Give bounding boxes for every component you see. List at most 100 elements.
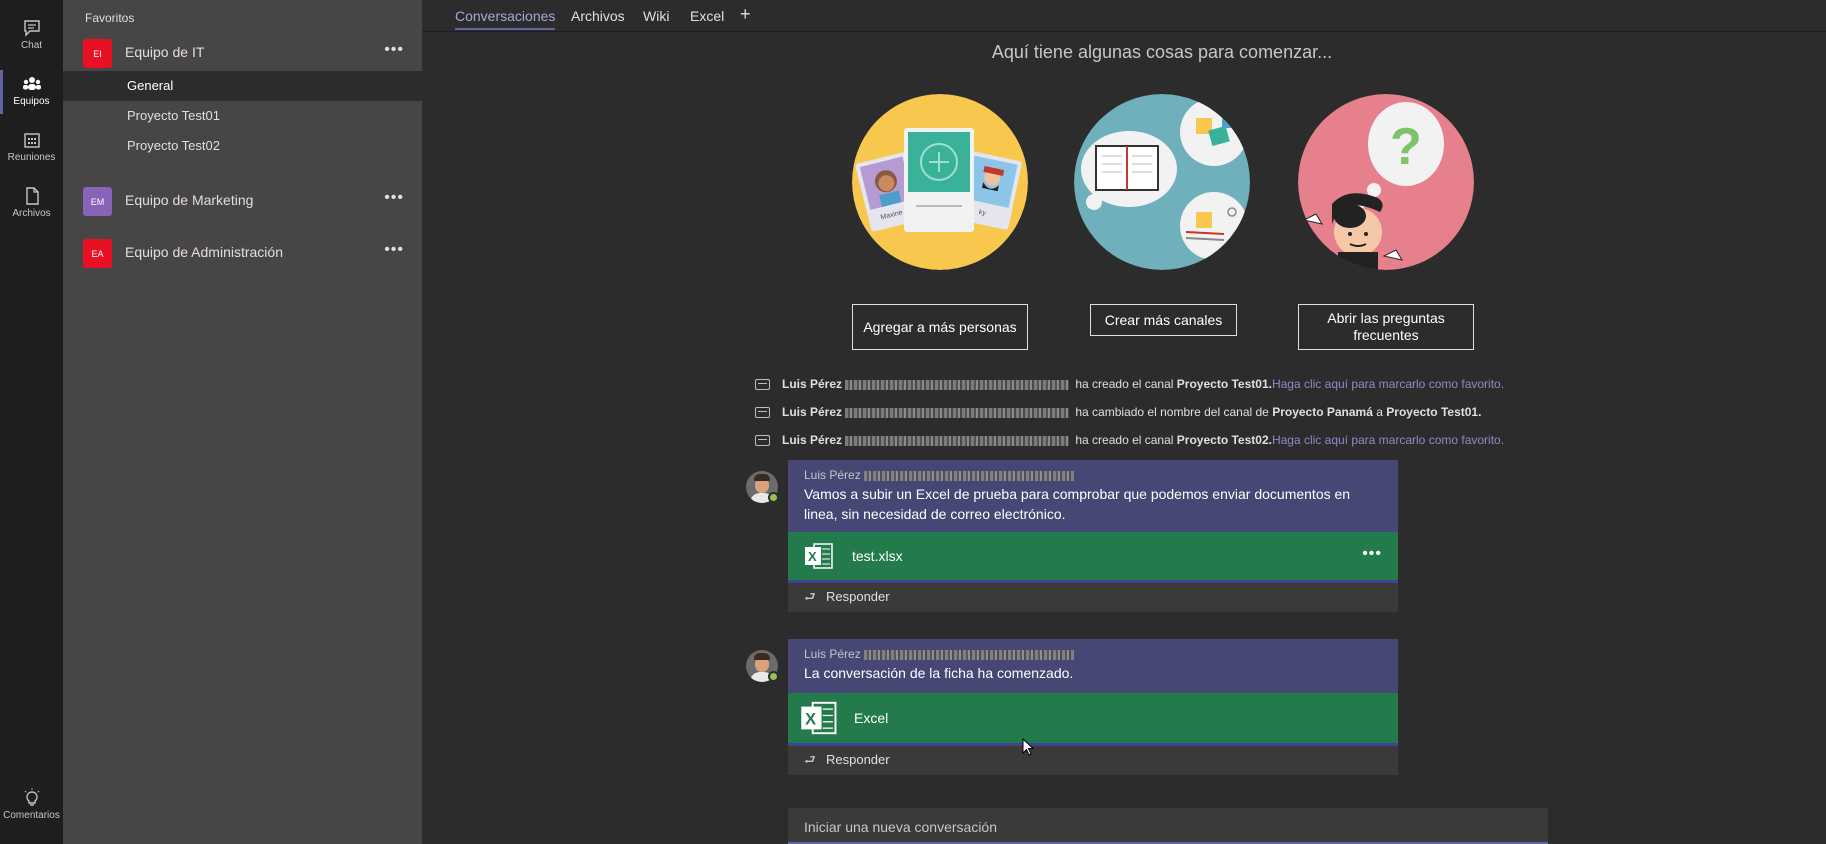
file-attachment[interactable]: X test.xlsx ••• (788, 532, 1398, 580)
channel-main: Conversaciones Archivos Wiki Excel + Aqu… (422, 0, 1826, 844)
tab-archivos[interactable]: Archivos (571, 8, 625, 24)
svg-text:X: X (805, 710, 816, 728)
team-avatar: EI (83, 39, 112, 68)
reply-label: Responder (826, 589, 890, 604)
channel-event-icon (755, 379, 770, 391)
svg-text:?: ? (1390, 118, 1422, 176)
channel-event-icon (755, 407, 770, 419)
team-name: Equipo de Marketing (125, 192, 254, 208)
calendar-icon (23, 133, 40, 148)
activity-item: Luis Pérez ha creado el canal Proyecto T… (755, 433, 1504, 447)
rail-item-feedback[interactable]: Comentarios (0, 780, 63, 832)
channel-tabs: Conversaciones Archivos Wiki Excel + (422, 0, 1826, 32)
reply-icon: ⮐ (804, 752, 816, 767)
add-tab-icon[interactable]: + (740, 4, 751, 25)
message-text: La conversación de la ficha ha comenzado… (804, 665, 1074, 681)
message-card: Luis Pérez La conversación de la ficha h… (788, 639, 1398, 775)
message-author-row: Luis Pérez (804, 468, 1382, 482)
more-options-icon[interactable]: ••• (384, 241, 404, 259)
team-item-administracion[interactable]: EA Equipo de Administración ••• (63, 232, 422, 272)
activity-author: Luis Pérez (782, 377, 843, 391)
rail-label-chat: Chat (20, 40, 43, 51)
team-item-marketing[interactable]: EM Equipo de Marketing ••• (63, 180, 422, 220)
redacted-text (845, 379, 1070, 390)
excel-icon: X (805, 543, 833, 569)
tab-conversaciones[interactable]: Conversaciones (455, 8, 556, 30)
files-icon (25, 187, 39, 205)
rail-label-teams: Equipos (13, 96, 50, 107)
message-author-row: Luis Pérez (804, 647, 1382, 661)
faq-illustration: ? (1298, 94, 1474, 270)
redacted-text (845, 435, 1070, 446)
activity-author: Luis Pérez (782, 433, 843, 447)
reply-icon: ⮐ (804, 589, 816, 604)
reply-button[interactable]: ⮐ Responder (788, 580, 1398, 612)
rail-item-teams[interactable]: Equipos (0, 66, 63, 118)
tab-wiki[interactable]: Wiki (643, 8, 669, 24)
add-people-button[interactable]: Agregar a más personas (852, 304, 1028, 350)
redacted-text (845, 407, 1070, 418)
team-name: Equipo de Administración (125, 244, 283, 260)
create-channels-button[interactable]: Crear más canales (1090, 304, 1237, 336)
headline-text: Aquí tiene algunas cosas para comenzar..… (991, 42, 1333, 62)
open-faq-button[interactable]: Abrir las preguntas frecuentes (1298, 304, 1474, 350)
activity-target: Proyecto Test02. (1176, 433, 1272, 447)
activity-text: ha cambiado el nombre del canal de (1075, 405, 1269, 419)
message-header: Luis Pérez La conversación de la ficha h… (788, 639, 1398, 693)
file-tab-attachment[interactable]: X Excel (788, 693, 1398, 743)
more-options-icon[interactable]: ••• (384, 189, 404, 207)
svg-text:X: X (808, 549, 817, 564)
rail-label-feedback: Comentarios (3, 810, 60, 821)
channel-proyecto-test01[interactable]: Proyecto Test01 (63, 101, 422, 131)
message-text: Vamos a subir un Excel de prueba para co… (804, 486, 1351, 522)
presence-available-icon (768, 492, 779, 503)
activity-target: Proyecto Test01. (1176, 377, 1272, 391)
channel-general[interactable]: General (63, 71, 422, 101)
favorites-label: Favoritos (85, 11, 135, 25)
tab-excel[interactable]: Excel (690, 8, 724, 24)
team-avatar: EA (83, 239, 112, 268)
channel-proyecto-test02[interactable]: Proyecto Test02 (63, 131, 422, 161)
message-author: Luis Pérez (804, 468, 861, 482)
activity-from: Proyecto Panamá (1272, 405, 1373, 419)
rail-item-files[interactable]: Archivos (0, 178, 63, 230)
message-author: Luis Pérez (804, 647, 861, 661)
file-name: Excel (854, 710, 889, 726)
activity-item: Luis Pérez ha cambiado el nombre del can… (755, 405, 1481, 419)
channels-illustration (1074, 94, 1250, 270)
activity-mid: a (1376, 405, 1383, 419)
file-name: test.xlsx (852, 548, 903, 564)
team-name: Equipo de IT (125, 44, 205, 60)
add-people-illustration: Maxine ky (852, 94, 1028, 270)
message-card: Luis Pérez Vamos a subir un Excel de pru… (788, 460, 1398, 612)
teams-icon (22, 77, 41, 90)
mouse-cursor-icon (1022, 738, 1034, 756)
lightbulb-icon (24, 788, 39, 806)
more-options-icon[interactable]: ••• (1362, 545, 1382, 563)
mark-favorite-link[interactable]: Haga clic aquí para marcarlo como favori… (1272, 377, 1504, 391)
rail-label-files: Archivos (12, 208, 51, 219)
mark-favorite-link[interactable]: Haga clic aquí para marcarlo como favori… (1272, 433, 1504, 447)
new-conversation-input[interactable]: Iniciar una nueva conversación (788, 808, 1548, 844)
teams-app: Chat Equipos Reuniones Archivos Comentar… (0, 0, 1826, 844)
rail-item-meetings[interactable]: Reuniones (0, 122, 63, 174)
presence-available-icon (768, 671, 779, 682)
channel-event-icon (755, 435, 770, 447)
activity-item: Luis Pérez ha creado el canal Proyecto T… (755, 377, 1504, 391)
chat-icon (23, 20, 40, 37)
more-options-icon[interactable]: ••• (384, 41, 404, 59)
team-item-it[interactable]: EI Equipo de IT ••• (63, 32, 422, 72)
message-header: Luis Pérez Vamos a subir un Excel de pru… (788, 460, 1398, 532)
redacted-text (863, 470, 1074, 481)
activity-text: ha creado el canal (1075, 433, 1174, 447)
rail-item-chat[interactable]: Chat (0, 10, 63, 62)
excel-icon: X (801, 701, 837, 735)
activity-text: ha creado el canal (1075, 377, 1174, 391)
activity-target: Proyecto Test01. (1386, 405, 1482, 419)
reply-button[interactable]: ⮐ Responder (788, 743, 1398, 775)
rail-label-meetings: Reuniones (7, 152, 56, 163)
reply-label: Responder (826, 752, 890, 767)
app-rail: Chat Equipos Reuniones Archivos Comentar… (0, 0, 63, 844)
teams-panel: Favoritos EI Equipo de IT ••• General Pr… (63, 0, 422, 844)
team-avatar: EM (83, 187, 112, 216)
